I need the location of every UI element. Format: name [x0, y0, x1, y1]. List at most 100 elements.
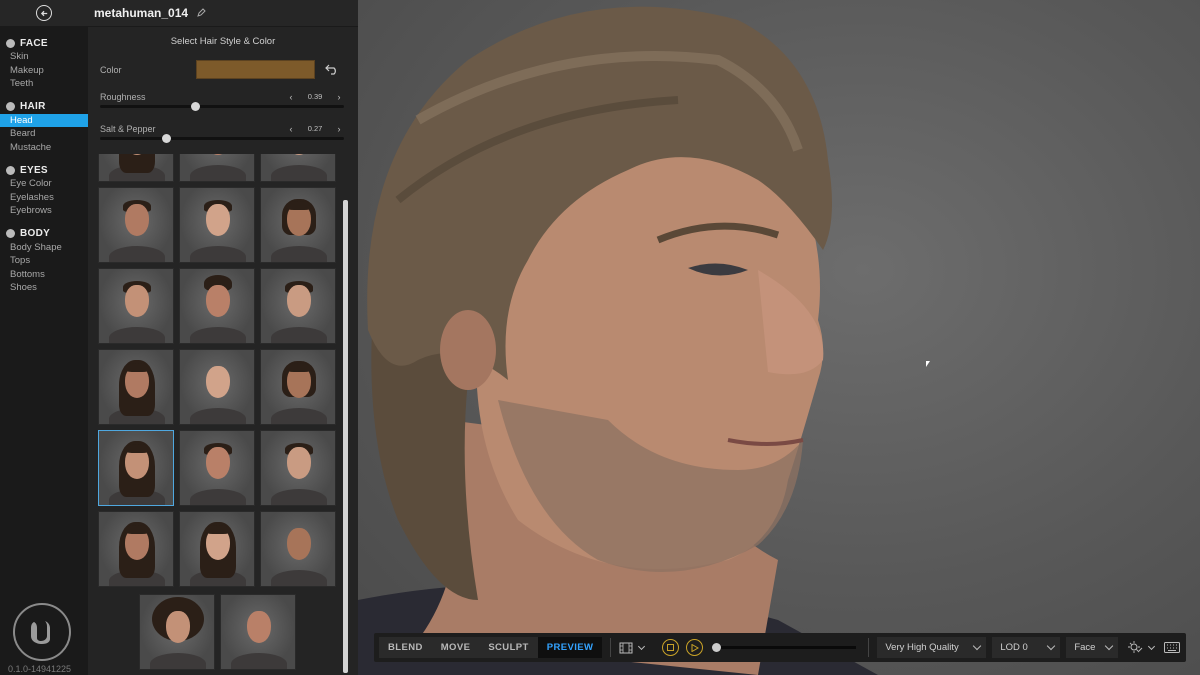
thumbnail-fringe — [124, 444, 150, 453]
nav-item-mustache[interactable]: Mustache — [0, 141, 88, 155]
top-bar: metahuman_014 — [0, 0, 358, 27]
thumbnail-face — [125, 204, 149, 236]
chevron-left-icon[interactable]: ‹ — [286, 124, 296, 134]
quality-dropdown[interactable]: Very High Quality — [877, 637, 987, 658]
viewport-toolbar: BLEND MOVE SCULPT PREVIEW Very High Quality… — [374, 633, 1186, 662]
timeline-thumb[interactable] — [712, 643, 722, 652]
nav-item-makeup[interactable]: Makeup — [0, 64, 88, 78]
thumbnail-face — [166, 611, 190, 643]
keyboard-icon[interactable] — [1164, 642, 1181, 653]
hair-color-swatch[interactable] — [196, 60, 315, 79]
thumbnail-shoulders — [190, 408, 246, 424]
thumbnail-shoulders — [231, 653, 287, 669]
nav-item-head[interactable]: Head — [0, 113, 88, 127]
lighting-selector[interactable] — [1128, 641, 1156, 654]
nav-item-tops[interactable]: Tops — [0, 254, 88, 268]
hairstyle-thumbnail[interactable] — [179, 187, 255, 263]
nav-section-label: BODY — [20, 228, 51, 239]
hairstyle-thumbnail[interactable] — [179, 268, 255, 344]
back-button[interactable] — [36, 5, 52, 21]
hairstyle-thumbnail[interactable] — [260, 511, 336, 587]
thumbnail-face — [247, 611, 271, 643]
nav-item-bottoms[interactable]: Bottoms — [0, 268, 88, 282]
nav-item-teeth[interactable]: Teeth — [0, 77, 88, 91]
hairstyle-thumbnail[interactable] — [260, 154, 336, 182]
thumbnail-shoulders — [190, 165, 246, 181]
nav-section-body: BODY Body Shape Tops Bottoms Shoes — [0, 227, 88, 295]
character-viewport[interactable] — [358, 0, 1200, 675]
nav-section-header[interactable]: FACE — [0, 36, 88, 50]
section-dot-icon — [6, 229, 15, 238]
hairstyle-thumbnail[interactable] — [260, 187, 336, 263]
hairstyle-thumbnail[interactable] — [139, 594, 215, 670]
hairstyle-thumbnail[interactable] — [98, 187, 174, 263]
camera-dropdown[interactable]: Face — [1066, 637, 1119, 658]
hairstyle-thumbnail[interactable] — [98, 349, 174, 425]
nav-item-eye-color[interactable]: Eye Color — [0, 177, 88, 191]
roughness-slider[interactable] — [100, 102, 344, 111]
category-sidebar: FACE Skin Makeup Teeth HAIR Head Beard Mustache… — [0, 27, 88, 675]
chevron-right-icon[interactable]: › — [334, 92, 344, 102]
nav-item-body-shape[interactable]: Body Shape — [0, 241, 88, 255]
nav-item-eyebrows[interactable]: Eyebrows — [0, 204, 88, 218]
lod-value: LOD 0 — [1000, 642, 1028, 653]
hairstyle-thumbnail[interactable] — [98, 268, 174, 344]
hairstyle-thumbnail[interactable] — [179, 154, 255, 182]
salt-pepper-stepper[interactable]: ‹ 0.27 › — [286, 122, 344, 135]
hairstyle-thumbnail[interactable] — [179, 430, 255, 506]
play-button[interactable] — [686, 639, 704, 656]
thumbnail-shoulders — [271, 165, 327, 181]
edit-icon[interactable] — [196, 8, 206, 18]
stop-button[interactable] — [662, 639, 680, 656]
thumbnail-shoulders — [190, 489, 246, 505]
reset-icon[interactable] — [325, 63, 339, 75]
roughness-stepper[interactable]: ‹ 0.39 › — [286, 90, 344, 103]
hairstyle-thumbnail[interactable] — [260, 268, 336, 344]
salt-pepper-slider-thumb[interactable] — [161, 134, 171, 143]
section-dot-icon — [6, 165, 15, 175]
nav-item-eyelashes[interactable]: Eyelashes — [0, 191, 88, 205]
timeline-scrubber[interactable] — [712, 643, 857, 652]
thumbnail-fringe — [124, 525, 150, 534]
chevron-down-icon — [638, 642, 646, 650]
nav-section-header[interactable]: BODY — [0, 227, 88, 241]
lod-dropdown[interactable]: LOD 0 — [992, 637, 1061, 658]
chevron-right-icon[interactable]: › — [334, 124, 344, 134]
thumbnail-fringe — [124, 363, 150, 372]
hairstyle-thumbnail[interactable] — [98, 511, 174, 587]
tab-preview[interactable]: PREVIEW — [537, 637, 603, 658]
hairstyle-thumbnail[interactable] — [179, 349, 255, 425]
panel-title: Select Hair Style & Color — [170, 36, 276, 47]
camera-value: Face — [1074, 642, 1096, 653]
hairstyle-thumbnail[interactable] — [98, 154, 174, 182]
color-label: Color — [100, 65, 122, 75]
nav-section-header[interactable]: HAIR — [0, 100, 88, 114]
hairstyle-thumbnail[interactable] — [260, 349, 336, 425]
thumbnail-face — [287, 528, 311, 560]
hairstyle-thumbnail[interactable] — [260, 430, 336, 506]
hairstyle-thumbnail[interactable] — [98, 430, 174, 506]
hairstyle-thumbnail[interactable] — [179, 511, 255, 587]
version-label: 0.1.0-14941225 — [8, 664, 72, 674]
grid-scrollbar[interactable] — [343, 200, 348, 673]
nav-section-hair: HAIR Head Beard Mustache — [0, 100, 88, 155]
salt-pepper-slider[interactable] — [100, 134, 344, 143]
thumbnail-face — [206, 366, 230, 398]
animation-selector[interactable] — [619, 642, 646, 654]
chevron-left-icon[interactable]: ‹ — [286, 92, 296, 102]
nav-item-beard[interactable]: Beard — [0, 127, 88, 141]
chevron-down-icon — [1148, 642, 1156, 650]
thumbnail-shoulders — [109, 246, 165, 262]
nav-item-shoes[interactable]: Shoes — [0, 281, 88, 295]
roughness-label: Roughness — [100, 92, 146, 102]
tab-move[interactable]: MOVE — [432, 637, 480, 658]
nav-section-header[interactable]: EYES — [0, 163, 88, 177]
unreal-engine-icon — [31, 621, 50, 644]
hairstyle-thumbnail[interactable] — [220, 594, 296, 670]
roughness-slider-thumb[interactable] — [191, 102, 201, 111]
tab-sculpt[interactable]: SCULPT — [479, 637, 537, 658]
section-dot-icon — [6, 102, 15, 111]
tab-blend[interactable]: BLEND — [379, 637, 432, 658]
thumbnail-shoulders — [271, 408, 327, 424]
nav-item-skin[interactable]: Skin — [0, 50, 88, 64]
